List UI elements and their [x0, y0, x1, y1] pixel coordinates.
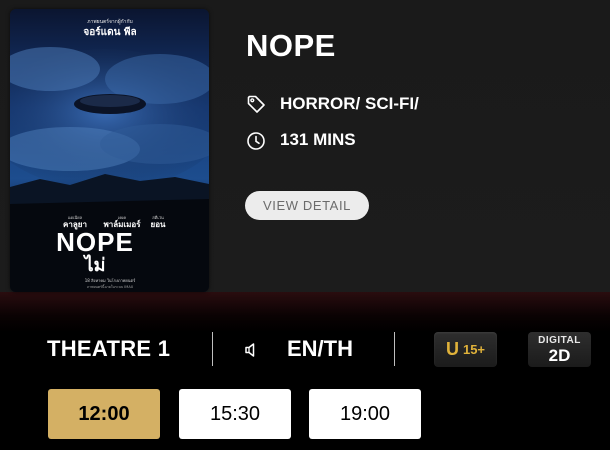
format-type: DIGITAL — [538, 334, 581, 346]
poster-cast-3b: ยอน — [151, 220, 166, 229]
showtime-button[interactable]: 15:30 — [179, 389, 291, 439]
rating-u: U — [445, 339, 459, 359]
divider — [212, 332, 213, 366]
poster-director: จอร์แดน พีล — [83, 26, 136, 38]
format-badge: DIGITAL 2D — [528, 332, 591, 367]
poster-formats: ภาพยนตร์นี้ฉายในระบบ IMAX — [87, 284, 134, 289]
clock-icon — [246, 130, 266, 150]
language-label: EN/TH — [287, 336, 353, 361]
card-gradient-divider — [0, 292, 610, 332]
duration-text: 131 MINS — [280, 130, 356, 149]
view-detail-button[interactable]: VIEW DETAIL — [245, 191, 369, 220]
poster-tagline: ภาพยนตร์จากผู้กำกับ — [87, 18, 132, 25]
genre-text: HORROR/ SCI-FI/ — [280, 94, 419, 113]
showtimes-row: 12:00 15:30 19:00 — [0, 389, 610, 439]
movie-title: NOPE — [246, 28, 336, 63]
format-dimension: 2D — [548, 345, 571, 365]
genre-row: HORROR/ SCI-FI/ — [246, 94, 419, 114]
age-rating-badge: U 15+ — [434, 332, 497, 367]
theatre-label: THEATRE 1 — [47, 336, 171, 361]
speaker-icon — [242, 340, 262, 360]
divider — [394, 332, 395, 366]
duration-row: 131 MINS — [246, 130, 356, 150]
movie-poster[interactable]: ภาพยนตร์จากผู้กำกับ จอร์แดน พีล แดเนียล … — [10, 9, 209, 292]
showtime-button[interactable]: 12:00 — [48, 389, 160, 439]
poster-release: 18 สิงหาคม ในโรงภาพยนตร์ — [85, 278, 136, 283]
tag-icon — [246, 94, 266, 114]
poster-title-en: NOPE — [56, 227, 134, 257]
session-info-bar: THEATRE 1 EN/TH U 15+ DIGITAL 2D — [0, 330, 610, 370]
rating-age: 15+ — [462, 342, 486, 357]
poster-title-th: ไม่ — [83, 254, 106, 276]
showtime-button[interactable]: 19:00 — [309, 389, 421, 439]
